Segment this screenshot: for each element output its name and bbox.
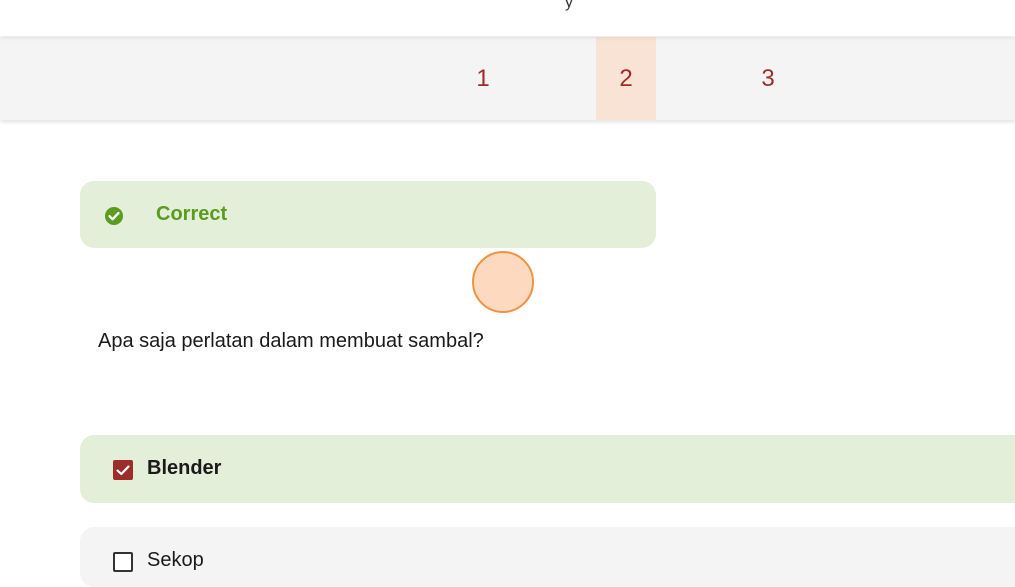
- header-title-fragment: y: [565, 0, 573, 11]
- feedback-status-text: Correct: [156, 203, 228, 225]
- option-label-sekop: Sekop: [147, 549, 204, 571]
- touch-cursor-indicator: [472, 251, 534, 313]
- checkbox-checked-icon[interactable]: [113, 460, 133, 480]
- question-pagination: 1 2 3: [0, 37, 1015, 120]
- option-label-blender: Blender: [147, 457, 222, 479]
- check-circle-icon: [104, 206, 124, 231]
- question-text: Apa saja perlatan dalam membuat sambal?: [98, 330, 484, 352]
- option-sekop[interactable]: [80, 527, 1015, 587]
- page-tab-1[interactable]: 1: [453, 37, 513, 120]
- checkbox-empty-icon[interactable]: [113, 552, 133, 572]
- top-header: y: [0, 0, 1015, 36]
- page-tab-3[interactable]: 3: [738, 37, 798, 120]
- page-tab-2[interactable]: 2: [596, 37, 656, 120]
